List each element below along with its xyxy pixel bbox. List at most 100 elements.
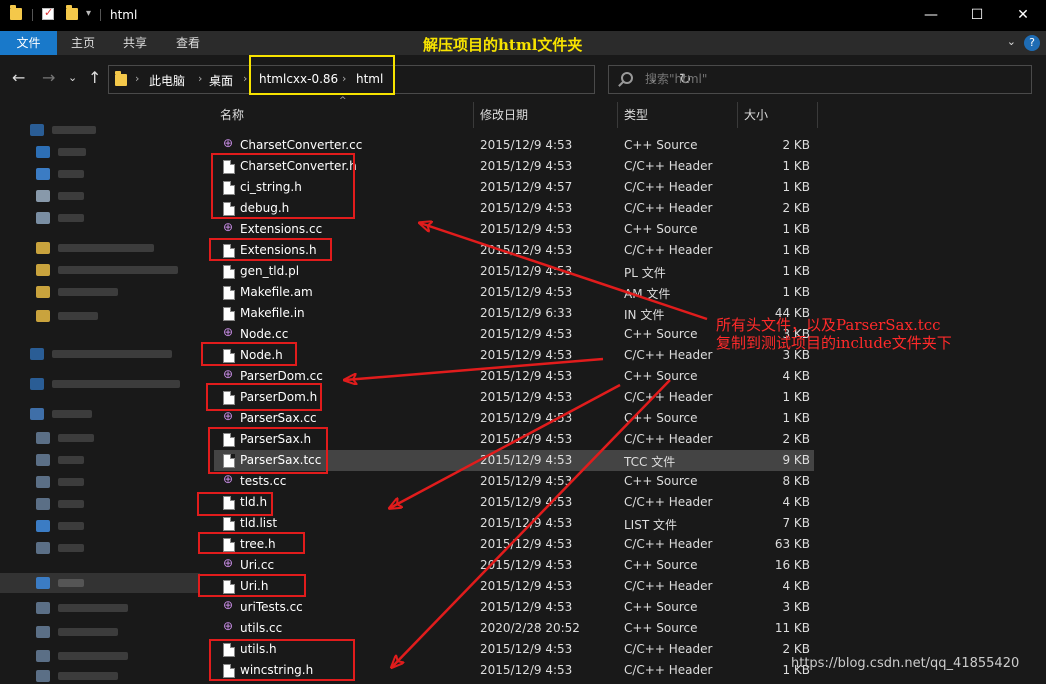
recent-locations-icon[interactable]: ⌄ — [68, 71, 77, 84]
search-input[interactable] — [645, 72, 1015, 86]
quick-access-dropdown-icon[interactable]: ▾ — [86, 8, 91, 19]
forward-button[interactable]: → — [42, 68, 55, 87]
file-date: 2015/12/9 4:53 — [480, 243, 573, 257]
file-type: C/C++ Header — [624, 348, 713, 362]
file-type: C/C++ Header — [624, 432, 713, 446]
tab-home[interactable]: 主页 — [63, 31, 103, 55]
cpp-icon — [223, 409, 236, 425]
file-size: 4 KB — [782, 369, 810, 383]
file-date: 2015/12/9 4:53 — [480, 411, 573, 425]
file-type: C/C++ Header — [624, 390, 713, 404]
tab-view[interactable]: 查看 — [168, 31, 208, 55]
file-size: 8 KB — [782, 474, 810, 488]
highlight-box — [197, 492, 273, 516]
cpp-icon — [223, 598, 236, 614]
file-name: tests.cc — [240, 474, 287, 488]
file-icon — [223, 265, 235, 279]
file-date: 2015/12/9 4:53 — [480, 474, 573, 488]
file-row[interactable]: utils.cc 2020/2/28 20:52 C++ Source 11 KB — [214, 618, 814, 639]
highlight-box — [208, 427, 328, 474]
file-row[interactable]: gen_tld.pl 2015/12/9 4:53 PL 文件 1 KB — [214, 261, 814, 282]
file-date: 2015/12/9 4:53 — [480, 600, 573, 614]
file-date: 2015/12/9 4:53 — [480, 159, 573, 173]
file-type: C++ Source — [624, 138, 698, 152]
column-divider[interactable] — [817, 102, 818, 128]
file-size: 3 KB — [782, 600, 810, 614]
drive-icon — [36, 602, 50, 614]
maximize-button[interactable]: ☐ — [954, 0, 1000, 31]
minimize-button[interactable]: — — [908, 0, 954, 31]
file-date: 2015/12/9 4:53 — [480, 642, 573, 656]
file-type: C/C++ Header — [624, 201, 713, 215]
new-folder-icon[interactable] — [66, 5, 78, 20]
file-size: 63 KB — [774, 537, 810, 551]
drive-icon — [36, 670, 50, 682]
file-size: 1 KB — [782, 285, 810, 299]
cpp-icon — [223, 325, 236, 341]
file-name: ParserDom.cc — [240, 369, 323, 383]
file-type: C/C++ Header — [624, 663, 713, 677]
back-button[interactable]: ← — [12, 68, 25, 87]
file-name: Extensions.cc — [240, 222, 323, 236]
file-size: 1 KB — [782, 159, 810, 173]
file-row[interactable]: Extensions.cc 2015/12/9 4:53 C++ Source 1 K… — [214, 219, 814, 240]
videos-icon — [36, 454, 50, 466]
downloads-icon — [36, 520, 50, 532]
separator — [100, 9, 101, 21]
column-header-date[interactable]: 修改日期 — [480, 102, 528, 128]
file-type: C/C++ Header — [624, 159, 713, 173]
file-size: 9 KB — [782, 453, 810, 467]
file-date: 2015/12/9 4:53 — [480, 201, 573, 215]
title-bar: ▾ html — ☐ ✕ — [0, 0, 1046, 31]
column-divider[interactable] — [473, 102, 474, 128]
file-date: 2015/12/9 4:53 — [480, 390, 573, 404]
cpp-icon — [223, 556, 236, 572]
file-type: C++ Source — [624, 411, 698, 425]
file-row[interactable]: Makefile.am 2015/12/9 4:53 AM 文件 1 KB — [214, 282, 814, 303]
quick-access-icon — [30, 124, 44, 136]
ribbon-expand-icon[interactable]: ⌄ — [1007, 35, 1016, 48]
file-size: 1 KB — [782, 180, 810, 194]
file-type: C++ Source — [624, 600, 698, 614]
file-size: 1 KB — [782, 264, 810, 278]
search-box[interactable] — [608, 65, 1032, 94]
file-type: C/C++ Header — [624, 537, 713, 551]
annotation-line: 复制到测试项目的include文件夹下 — [716, 334, 952, 352]
file-row[interactable]: tld.list 2015/12/9 4:53 LIST 文件 7 KB — [214, 513, 814, 534]
column-divider[interactable] — [617, 102, 618, 128]
pictures-icon — [36, 476, 50, 488]
cpp-icon — [223, 136, 236, 152]
folder-annotation: 解压项目的html文件夹 — [423, 36, 583, 54]
column-divider[interactable] — [737, 102, 738, 128]
file-row[interactable]: ParserSax.cc 2015/12/9 4:53 C++ Source 1 KB — [214, 408, 814, 429]
breadcrumb-desktop[interactable]: 桌面 — [209, 72, 233, 89]
file-size: 16 KB — [774, 558, 810, 572]
file-type: PL 文件 — [624, 266, 666, 280]
close-button[interactable]: ✕ — [1000, 0, 1046, 31]
file-row[interactable]: tld.h 2015/12/9 4:53 C/C++ Header 4 KB — [214, 492, 814, 513]
up-button[interactable]: ↑ — [88, 68, 101, 87]
sort-ascending-icon: ^ — [339, 96, 347, 106]
properties-icon[interactable] — [42, 6, 54, 20]
help-icon[interactable]: ? — [1024, 35, 1040, 51]
address-highlight-box — [249, 55, 395, 95]
tab-share[interactable]: 共享 — [115, 31, 155, 55]
column-header-size[interactable]: 大小 — [744, 102, 768, 128]
file-row[interactable]: uriTests.cc 2015/12/9 4:53 C++ Source 3 KB — [214, 597, 814, 618]
folder-icon — [115, 71, 127, 86]
file-date: 2015/12/9 4:53 — [480, 495, 573, 509]
column-header-name[interactable]: 名称 — [220, 102, 244, 128]
column-header-type[interactable]: 类型 — [624, 102, 648, 128]
file-size: 7 KB — [782, 516, 810, 530]
breadcrumb-this-pc[interactable]: 此电脑 — [149, 72, 185, 89]
onedrive-icon — [30, 378, 44, 390]
file-type: C++ Source — [624, 621, 698, 635]
file-row[interactable]: tests.cc 2015/12/9 4:53 C++ Source 8 KB — [214, 471, 814, 492]
onedrive-icon — [30, 348, 44, 360]
tab-file[interactable]: 文件 — [0, 31, 57, 55]
file-size: 1 KB — [782, 411, 810, 425]
file-date: 2015/12/9 4:53 — [480, 369, 573, 383]
navigation-pane[interactable] — [0, 102, 200, 684]
pictures-icon — [36, 212, 50, 224]
file-row[interactable]: Uri.cc 2015/12/9 4:53 C++ Source 16 KB — [214, 555, 814, 576]
